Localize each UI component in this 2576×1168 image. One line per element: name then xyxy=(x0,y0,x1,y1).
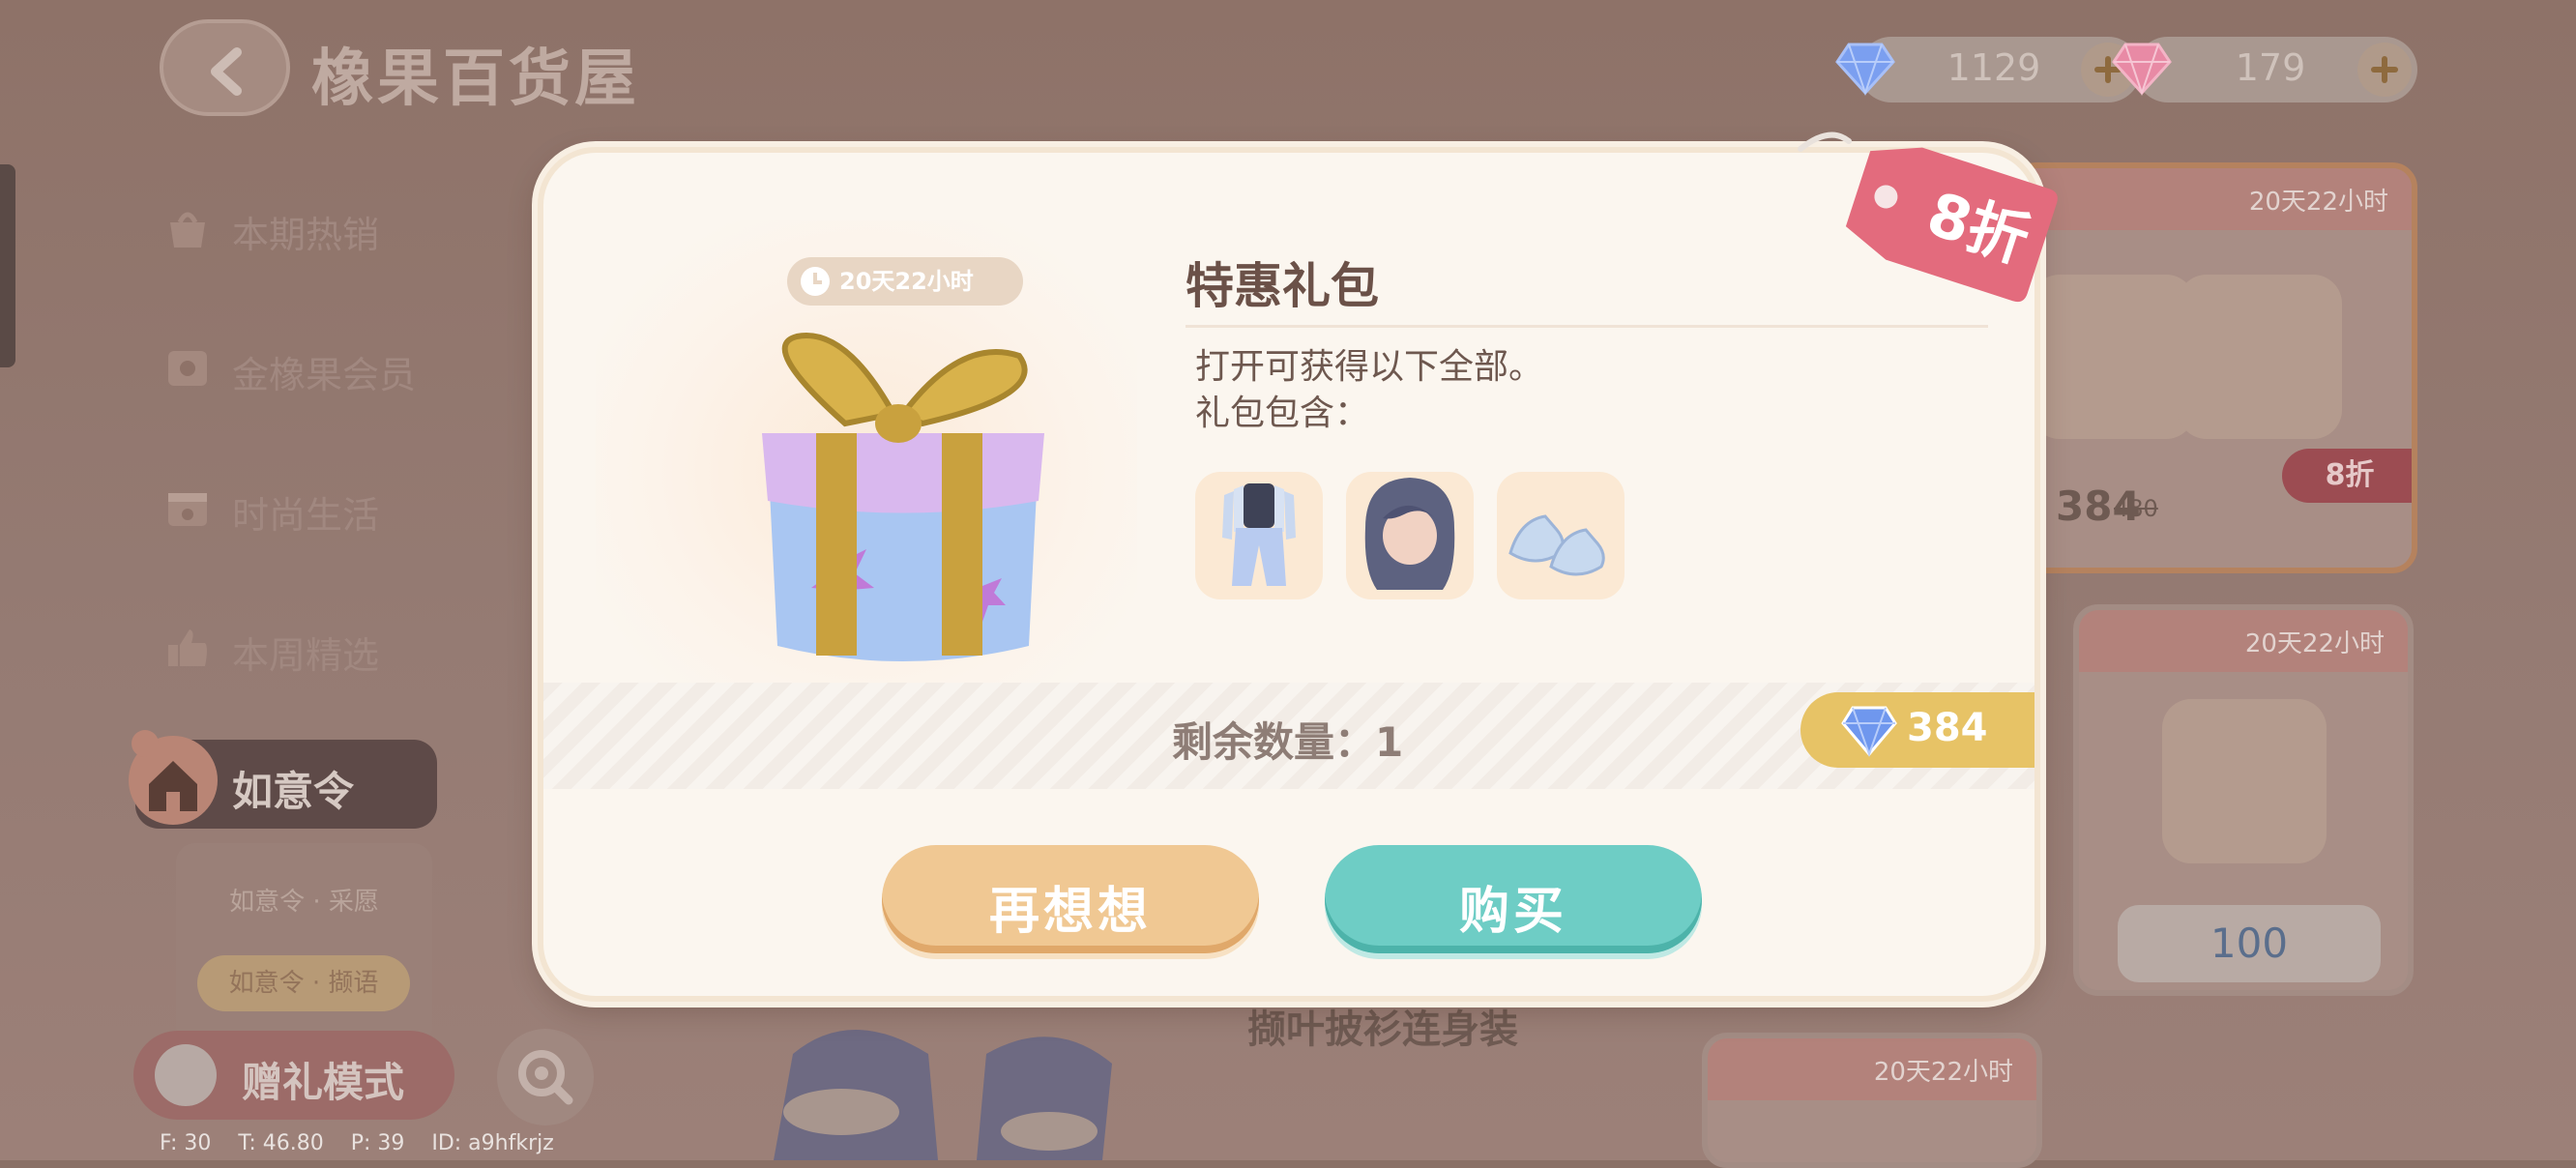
quantity-band: 剩余数量：1 384 xyxy=(543,683,2034,789)
pink-gem-balance: 179 xyxy=(2112,37,2417,102)
timer-badge: 20天22小时 xyxy=(787,257,1023,306)
divider xyxy=(1186,325,1988,328)
blue-gem-icon xyxy=(1841,706,1897,757)
card-timer: 20天22小时 xyxy=(1873,1058,2013,1087)
outfit-icon xyxy=(1222,483,1296,586)
add-pink-gem-button[interactable] xyxy=(2357,43,2412,97)
pink-gem-icon xyxy=(2112,43,2172,97)
calendar-icon xyxy=(168,493,207,526)
sidebar-item-hot[interactable]: 本期热销 xyxy=(162,191,472,259)
blue-gem-value: 1129 xyxy=(1947,46,2041,89)
cancel-button[interactable]: 再想想 xyxy=(882,845,1259,953)
sidebar-item-label: 本期热销 xyxy=(232,214,380,256)
item-thumbnail xyxy=(2178,275,2342,439)
sidebar-item-weekly[interactable]: 本周精选 xyxy=(162,612,472,680)
shop-item-card[interactable]: 20天22小时 100 xyxy=(2073,604,2414,996)
zoom-button[interactable] xyxy=(497,1029,594,1125)
buy-label: 购买 xyxy=(1458,883,1567,941)
gift-mode-toggle[interactable]: 赠礼模式 xyxy=(133,1031,454,1120)
gift-preview-panel: 20天22小时 xyxy=(596,220,1137,723)
house-badge-icon xyxy=(129,730,218,825)
sidebar-item-member[interactable]: 金橡果会员 xyxy=(162,332,472,399)
back-button[interactable] xyxy=(160,19,290,116)
item-price: 100 xyxy=(2118,905,2381,982)
hairstyle-icon xyxy=(1364,478,1455,590)
blue-gem-balance: 1129 xyxy=(1835,37,2141,102)
submenu-item-wish[interactable]: 如意令 · 采愿 xyxy=(176,882,432,918)
shop-item-card[interactable]: 20天22小时 xyxy=(1702,1033,2042,1168)
sidebar-item-label: 时尚生活 xyxy=(232,494,380,537)
content-item-shoes[interactable] xyxy=(1497,472,1625,599)
sidebar-item-fashion[interactable]: 时尚生活 xyxy=(162,472,472,540)
pink-gem-value: 179 xyxy=(2235,46,2306,89)
card-timer: 20天22小时 xyxy=(2248,188,2388,217)
back-arrow-icon xyxy=(211,47,242,96)
discount-tag: 8折 xyxy=(1798,131,2058,303)
price-tag: 384 xyxy=(1800,692,2034,768)
sidebar-item-label: 如意令 xyxy=(232,768,355,815)
desc-line: 打开可获得以下全部。 xyxy=(1195,347,1544,387)
discount-badge: 8折 xyxy=(2282,449,2412,503)
pack-price: 384 xyxy=(1907,706,1988,750)
content-item-outfit[interactable] xyxy=(1195,472,1323,599)
card-timer: 20天22小时 xyxy=(2244,629,2385,658)
avatar-preview xyxy=(735,996,1189,1160)
product-name: 撷叶披衫连身装 xyxy=(1247,1007,1518,1052)
sidebar-item-label: 本周精选 xyxy=(232,634,380,677)
item-thumbnail xyxy=(2162,699,2327,863)
ruyi-submenu: 如意令 · 采愿 如意令 · 撷语 xyxy=(176,843,432,1046)
original-price: 480 xyxy=(2114,495,2158,522)
member-card-icon xyxy=(168,351,207,386)
content-item-hair[interactable] xyxy=(1346,472,1474,599)
clock-icon xyxy=(801,267,830,296)
gift-mode-label: 赠礼模式 xyxy=(242,1059,405,1106)
fire-bag-icon xyxy=(170,212,205,248)
side-drawer-handle[interactable] xyxy=(0,164,15,367)
toggle-knob xyxy=(155,1044,217,1106)
store-title: 橡果百货屋 xyxy=(311,44,640,115)
debug-info: F: 30 T: 46.80 P: 39 ID: a9hfkrjz xyxy=(160,1131,554,1155)
shoes-icon xyxy=(1508,514,1605,576)
cancel-label: 再想想 xyxy=(988,883,1152,941)
timer-text: 20天22小时 xyxy=(839,268,974,295)
desc-line: 礼包包含： xyxy=(1195,394,1370,433)
sidebar-item-label: 金橡果会员 xyxy=(232,354,417,396)
sidebar-item-ruyi[interactable]: 如意令 xyxy=(129,730,437,829)
remaining-quantity: 剩余数量：1 xyxy=(1172,718,1404,766)
submenu-item-phrase[interactable]: 如意令 · 撷语 xyxy=(197,955,410,1011)
thumbs-up-icon xyxy=(168,629,207,666)
magnifier-icon xyxy=(518,1050,573,1105)
buy-button[interactable]: 购买 xyxy=(1325,845,1702,953)
pack-description: 打开可获得以下全部。 礼包包含： xyxy=(1195,344,1543,437)
gift-box-icon xyxy=(762,333,1044,661)
blue-gem-icon xyxy=(1835,43,1895,97)
pack-title: 特惠礼包 xyxy=(1186,258,1379,314)
